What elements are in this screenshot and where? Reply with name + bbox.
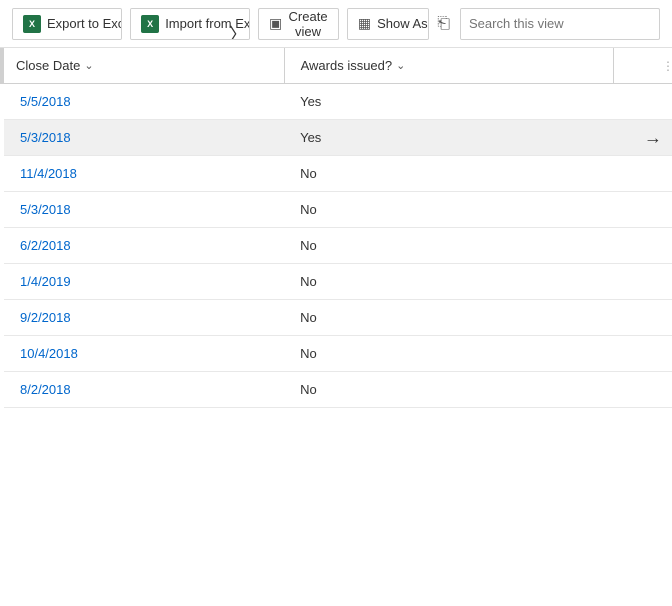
close-date-cell: 11/4/2018: [2, 156, 284, 192]
table-container: Close Date ⌄ Awards issued? ⌄ ⋮: [0, 48, 672, 408]
table-row[interactable]: 9/2/2018No: [2, 300, 672, 336]
show-as-button[interactable]: ▦ Show As: [348, 9, 429, 39]
awards-issued-cell: No: [284, 300, 613, 336]
awards-issued-cell: No: [284, 264, 613, 300]
data-table: Close Date ⌄ Awards issued? ⌄ ⋮: [0, 48, 672, 408]
row-navigate-arrow[interactable]: →: [644, 127, 662, 148]
awards-issued-cell: No: [284, 372, 613, 408]
table-row[interactable]: 5/5/2018Yes: [2, 84, 672, 120]
column-resize-icon: ⋮: [662, 59, 672, 73]
close-date-cell: 5/3/2018: [2, 192, 284, 228]
close-date-cell: 5/3/2018: [2, 120, 284, 156]
table-row[interactable]: 11/4/2018No: [2, 156, 672, 192]
table-row[interactable]: 5/3/2018Yes →: [2, 120, 672, 156]
close-date-cell: 1/4/2019: [2, 264, 284, 300]
export-excel-label: Export to Excel: [47, 16, 122, 31]
export-excel-group: X Export to Excel ▼: [12, 8, 122, 40]
table-row[interactable]: 5/3/2018No: [2, 192, 672, 228]
awards-issued-label: Awards issued?: [301, 58, 393, 73]
awards-issued-resize-handle[interactable]: [609, 48, 613, 83]
table-header-row: Close Date ⌄ Awards issued? ⌄ ⋮: [2, 48, 672, 84]
show-as-icon: ▦: [358, 15, 371, 32]
row-arrow-cell: [613, 300, 672, 336]
search-area: ⎗ 🔍: [437, 8, 660, 40]
column-header-extra: ⋮: [613, 48, 672, 84]
row-arrow-cell: [613, 84, 672, 120]
row-arrow-cell: [613, 228, 672, 264]
awards-issued-cell: No: [284, 192, 613, 228]
row-arrow-cell: [613, 336, 672, 372]
close-date-cell: 5/5/2018: [2, 84, 284, 120]
awards-issued-cell: Yes: [284, 120, 613, 156]
close-date-cell: 8/2/2018: [2, 372, 284, 408]
row-arrow-cell: [613, 156, 672, 192]
table-row[interactable]: 1/4/2019No: [2, 264, 672, 300]
table-row[interactable]: 8/2/2018No: [2, 372, 672, 408]
show-as-group: ▦ Show As ▼: [347, 8, 429, 40]
excel-import-icon: X: [141, 15, 159, 33]
row-arrow-cell: [613, 372, 672, 408]
table-row[interactable]: 6/2/2018No: [2, 228, 672, 264]
export-excel-button[interactable]: X Export to Excel: [13, 9, 122, 39]
excel-icon: X: [23, 15, 41, 33]
show-as-label: Show As: [377, 16, 428, 31]
row-arrow-cell: →: [613, 120, 672, 156]
awards-issued-cell: Yes: [284, 84, 613, 120]
search-button[interactable]: 🔍: [653, 9, 660, 39]
close-date-cell: 10/4/2018: [2, 336, 284, 372]
import-excel-button[interactable]: X Import from Excel: [131, 9, 250, 39]
create-view-label: Create view: [288, 9, 328, 39]
table-row[interactable]: 10/4/2018No: [2, 336, 672, 372]
close-date-label: Close Date: [16, 58, 80, 73]
awards-issued-cell: No: [284, 156, 613, 192]
search-input[interactable]: [461, 9, 653, 39]
sort-icon-close-date: ⌄: [84, 59, 93, 72]
create-view-button[interactable]: ▣ Create view: [258, 8, 339, 40]
import-excel-label: Import from Excel: [165, 16, 250, 31]
close-date-cell: 6/2/2018: [2, 228, 284, 264]
close-date-resize-handle[interactable]: [280, 48, 284, 83]
toolbar: X Export to Excel ▼ X Import from Excel …: [0, 0, 672, 48]
import-excel-group: X Import from Excel ▼ 〉: [130, 8, 250, 40]
awards-issued-cell: No: [284, 336, 613, 372]
awards-issued-cell: No: [284, 228, 613, 264]
close-date-cell: 9/2/2018: [2, 300, 284, 336]
filter-icon[interactable]: ⎗: [437, 15, 450, 33]
sort-icon-awards-issued: ⌄: [396, 59, 405, 72]
row-arrow-cell: [613, 264, 672, 300]
create-view-icon: ▣: [269, 15, 282, 32]
search-box: 🔍: [460, 8, 660, 40]
column-header-awards-issued[interactable]: Awards issued? ⌄: [284, 48, 613, 84]
row-arrow-cell: [613, 192, 672, 228]
column-header-close-date[interactable]: Close Date ⌄: [2, 48, 284, 84]
